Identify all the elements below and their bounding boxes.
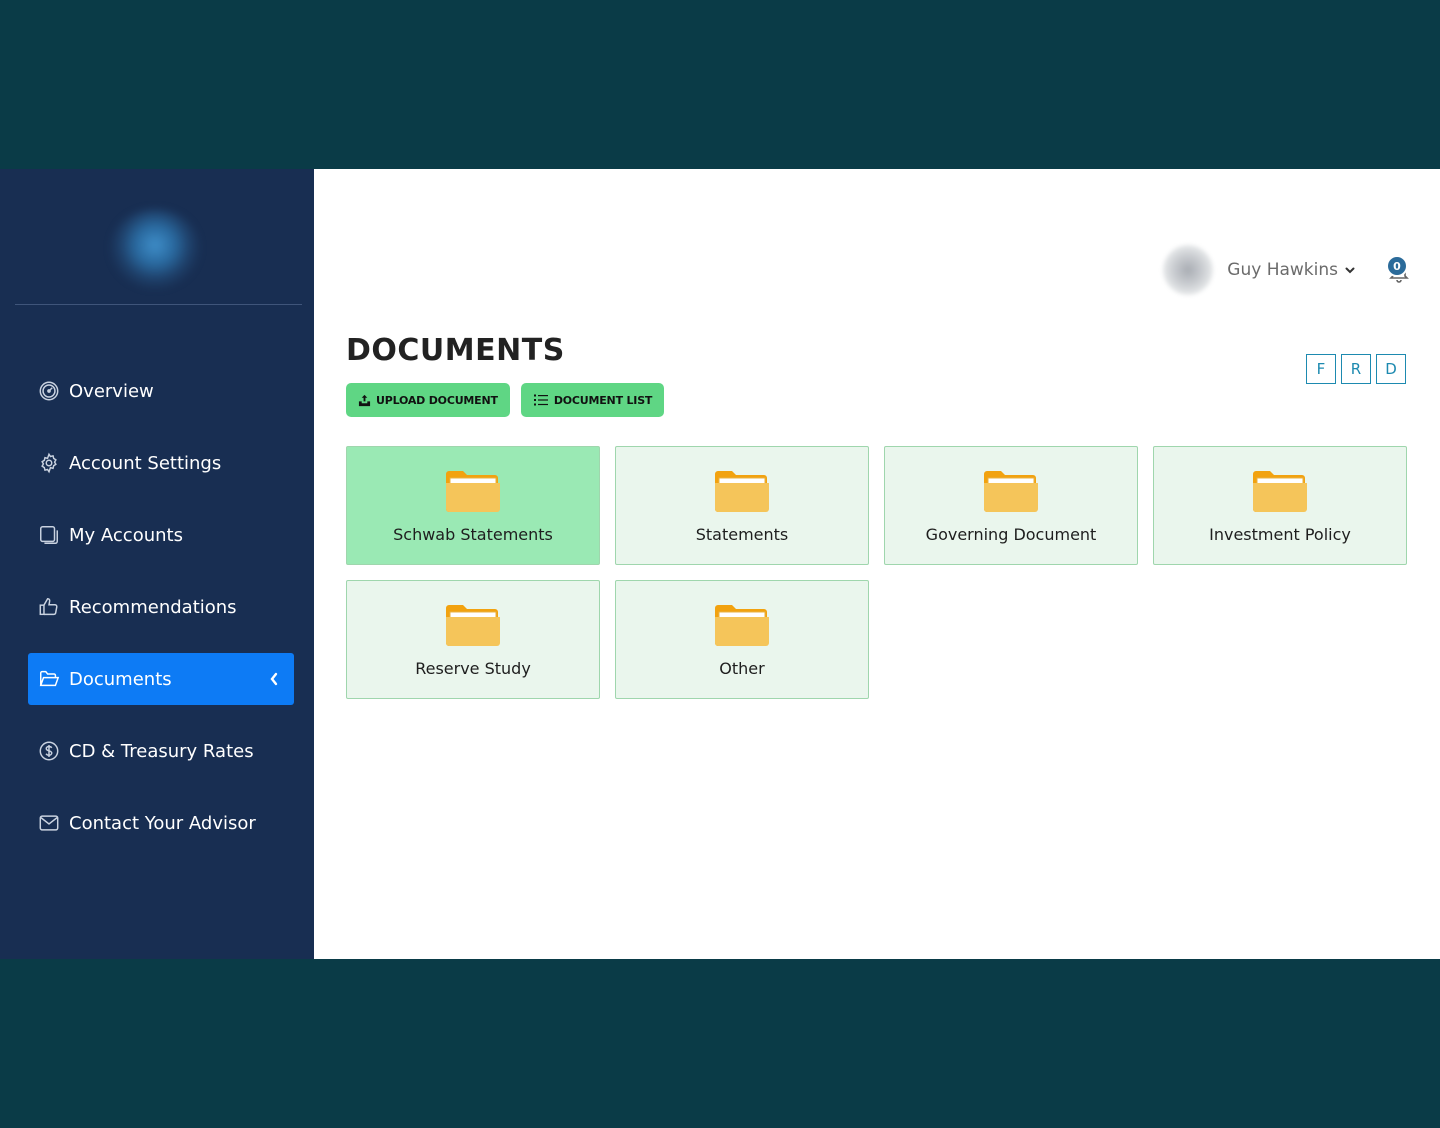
folder-label: Statements	[695, 525, 789, 544]
toggle-f[interactable]: F	[1306, 354, 1336, 384]
sidebar-item-my-accounts[interactable]: My Accounts	[28, 509, 294, 561]
accounts-icon	[38, 524, 60, 546]
user-menu[interactable]: Guy Hawkins	[1163, 245, 1356, 295]
notification-badge: 0	[1386, 255, 1408, 277]
sidebar-item-label: Contact Your Advisor	[69, 812, 256, 834]
user-name: Guy Hawkins	[1227, 260, 1338, 280]
list-icon	[533, 394, 548, 406]
document-actions: UPLOAD DOCUMENT DOCUMENT LIST	[346, 383, 665, 417]
page-title: DOCUMENTS	[346, 333, 565, 368]
folder-icon	[446, 471, 500, 512]
upload-document-button[interactable]: UPLOAD DOCUMENT	[346, 383, 510, 417]
folder-card-investment-policy[interactable]: Investment Policy	[1153, 446, 1407, 565]
sidebar-item-contact-advisor[interactable]: Contact Your Advisor	[28, 797, 294, 849]
thumbs-up-icon	[38, 596, 60, 618]
folder-card-statements[interactable]: Statements	[615, 446, 869, 565]
sidebar-divider	[15, 304, 302, 305]
document-list-button[interactable]: DOCUMENT LIST	[520, 383, 665, 417]
folder-grid: Schwab Statements Statements Governing D…	[346, 446, 1408, 699]
sidebar-nav: Overview Account Settings My Accounts Re…	[28, 365, 294, 869]
sidebar-item-documents[interactable]: Documents	[28, 653, 294, 705]
sidebar: Overview Account Settings My Accounts Re…	[0, 169, 314, 959]
toggle-r[interactable]: R	[1341, 354, 1371, 384]
folder-card-reserve-study[interactable]: Reserve Study	[346, 580, 600, 699]
folder-label: Governing Document	[925, 525, 1097, 544]
envelope-icon	[38, 812, 60, 834]
folder-icon	[984, 471, 1038, 512]
folder-icon	[1253, 471, 1307, 512]
document-list-label: DOCUMENT LIST	[553, 393, 653, 407]
folder-icon	[715, 605, 769, 646]
sidebar-item-label: CD & Treasury Rates	[69, 740, 254, 762]
dollar-circle-icon	[38, 740, 60, 762]
sidebar-item-overview[interactable]: Overview	[28, 365, 294, 417]
folder-open-icon	[38, 668, 60, 690]
sidebar-item-account-settings[interactable]: Account Settings	[28, 437, 294, 489]
folder-label: Schwab Statements	[393, 525, 553, 544]
gauge-icon	[38, 380, 60, 402]
sidebar-item-label: My Accounts	[69, 524, 183, 546]
toggle-d[interactable]: D	[1376, 354, 1406, 384]
chevron-down-icon	[1345, 267, 1355, 274]
sidebar-item-label: Documents	[69, 668, 172, 690]
sidebar-item-label: Account Settings	[69, 452, 222, 474]
folder-icon	[446, 605, 500, 646]
logo	[110, 209, 200, 289]
view-toggles: F R D	[1306, 354, 1406, 384]
upload-document-label: UPLOAD DOCUMENT	[376, 393, 498, 407]
main-content: Guy Hawkins 0 DOCUMENTS UPLOAD DOCUMENT …	[314, 169, 1440, 959]
avatar	[1163, 245, 1214, 295]
folder-label: Reserve Study	[415, 659, 531, 678]
folder-card-schwab-statements[interactable]: Schwab Statements	[346, 446, 600, 565]
folder-card-other[interactable]: Other	[615, 580, 869, 699]
chevron-left-icon	[270, 672, 278, 686]
sidebar-item-label: Overview	[69, 380, 154, 402]
sidebar-item-label: Recommendations	[69, 596, 237, 618]
upload-icon	[358, 394, 371, 406]
folder-card-governing-document[interactable]: Governing Document	[884, 446, 1138, 565]
gear-icon	[38, 452, 60, 474]
folder-label: Investment Policy	[1209, 525, 1351, 544]
sidebar-item-cd-treasury-rates[interactable]: CD & Treasury Rates	[28, 725, 294, 777]
sidebar-item-recommendations[interactable]: Recommendations	[28, 581, 294, 633]
folder-label: Other	[719, 659, 765, 678]
app-window: Overview Account Settings My Accounts Re…	[0, 169, 1440, 959]
folder-icon	[715, 471, 769, 512]
